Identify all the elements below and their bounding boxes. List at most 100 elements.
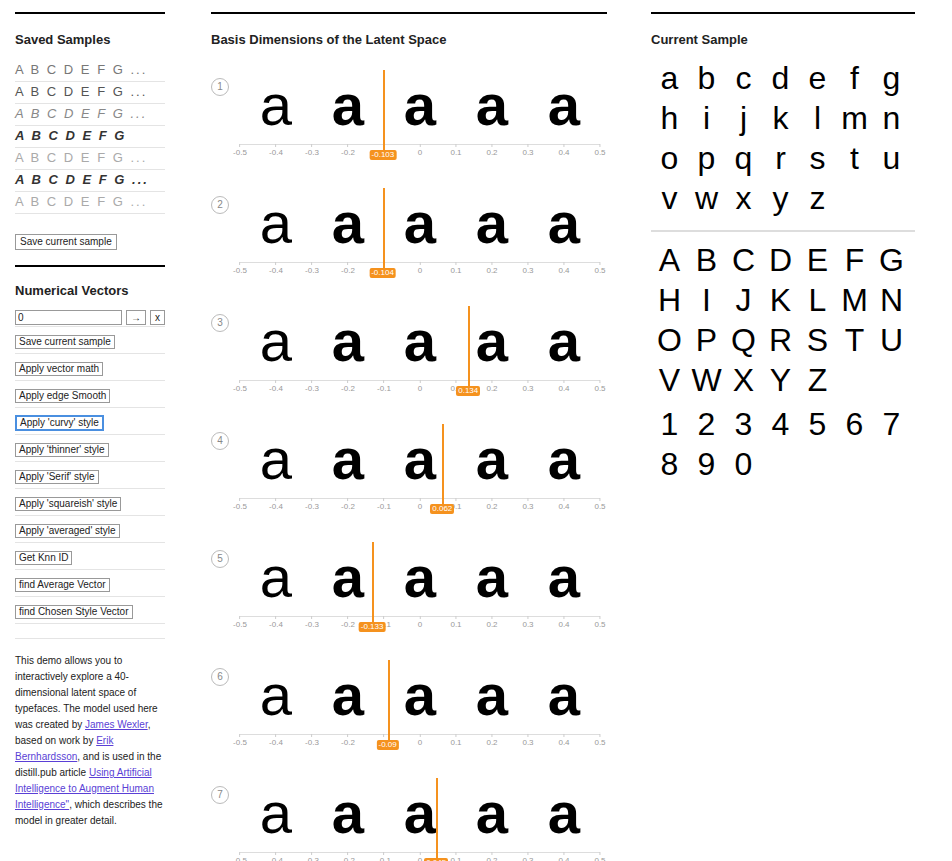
dimension-row: 7aaaaa-0.5-0.4-0.3-0.2-0.100.10.20.30.40… xyxy=(211,778,607,861)
axis-tick: -0.3 xyxy=(305,262,319,276)
vector-input-row: →x xyxy=(15,310,165,327)
action-button[interactable]: Apply edge Smooth xyxy=(15,389,110,403)
axis-tick: -0.3 xyxy=(305,498,319,512)
action-button[interactable]: find Average Vector xyxy=(15,578,110,592)
slider-handle[interactable] xyxy=(388,660,390,744)
latent-title: Basis Dimensions of the Latent Space xyxy=(211,30,607,50)
left-column: Saved SamplesA B C D E F G ...A B C D E … xyxy=(15,12,165,861)
digits-grid: 1234567890 xyxy=(651,404,910,484)
axis-tick: 0.1 xyxy=(450,262,461,276)
axis-tick: -0.5 xyxy=(233,262,247,276)
vector-input[interactable] xyxy=(15,310,122,325)
axis-tick: 0.3 xyxy=(522,734,533,748)
current-glyph: q xyxy=(725,138,762,178)
app: Saved SamplesA B C D E F G ...A B C D E … xyxy=(0,0,952,861)
dimension-chart[interactable]: aaaaa-0.5-0.4-0.3-0.2-0.100.10.20.30.40.… xyxy=(240,424,600,542)
slider-value-badge: 0.134 xyxy=(456,386,480,396)
current-glyph: w xyxy=(688,178,725,218)
dimension-chart[interactable]: aaaaa-0.5-0.4-0.3-0.2-0.100.10.20.30.40.… xyxy=(240,70,600,188)
slider-value-badge: -0.104 xyxy=(369,268,396,278)
axis-tick: -0.3 xyxy=(305,734,319,748)
current-glyph: d xyxy=(762,58,799,98)
axis-tick: 0 xyxy=(418,498,422,512)
axis-tick: -0.5 xyxy=(233,616,247,630)
glyph-strip: aaaaa xyxy=(240,306,600,376)
glyph-sample: a xyxy=(528,430,600,488)
axis-tick: 0.3 xyxy=(522,852,533,861)
dimension-chart[interactable]: aaaaa-0.5-0.4-0.3-0.2-0.100.10.20.30.40.… xyxy=(240,188,600,306)
glyph-sample: a xyxy=(240,666,312,724)
glyph-sample: a xyxy=(312,666,384,724)
current-glyph: r xyxy=(762,138,799,178)
current-glyph: b xyxy=(688,58,725,98)
axis-tick: -0.5 xyxy=(233,734,247,748)
slider-handle[interactable] xyxy=(468,306,470,390)
axis-tick: -0.3 xyxy=(305,144,319,158)
action-list: Save current sample Apply vector math Appl… xyxy=(15,327,165,624)
axis-tick: 0.3 xyxy=(522,380,533,394)
saved-sample[interactable]: A B C D E F G ... xyxy=(15,104,165,126)
action-button[interactable]: Apply 'squareish' style xyxy=(15,497,121,511)
action-button[interactable]: Apply 'averaged' style xyxy=(15,524,120,538)
axis-tick: 0.5 xyxy=(594,380,605,394)
section-rule xyxy=(15,12,165,14)
glyph-sample: a xyxy=(456,430,528,488)
dimension-number: 7 xyxy=(211,786,229,804)
saved-sample[interactable]: A B C D E F G ... xyxy=(15,82,165,104)
action-button[interactable]: find Chosen Style Vector xyxy=(15,605,133,619)
axis-tick: 0.4 xyxy=(558,734,569,748)
saved-sample[interactable]: A B C D E F G ... xyxy=(15,148,165,170)
axis-tick: 0.4 xyxy=(558,262,569,276)
axis-tick: 0 xyxy=(418,734,422,748)
dimension-chart[interactable]: aaaaa-0.5-0.4-0.3-0.2-0.100.10.20.30.40.… xyxy=(240,306,600,424)
glyph-sample: a xyxy=(456,784,528,842)
action-button[interactable]: Get Knn ID xyxy=(15,551,72,565)
slider-value-badge: 0.062 xyxy=(430,504,454,514)
dimension-chart[interactable]: aaaaa-0.5-0.4-0.3-0.2-0.100.10.20.30.40.… xyxy=(240,542,600,660)
slider-handle[interactable] xyxy=(442,424,444,508)
action-button[interactable]: Apply vector math xyxy=(15,362,103,376)
slider-handle[interactable] xyxy=(372,542,374,626)
slider-handle[interactable] xyxy=(383,188,385,272)
current-glyph: Z xyxy=(799,360,836,400)
save-sample-button[interactable]: Save current sample xyxy=(15,234,117,250)
axis-tick: 0.4 xyxy=(558,852,569,861)
dimension-number: 5 xyxy=(211,550,229,568)
dimension-number: 4 xyxy=(211,432,229,450)
saved-sample[interactable]: A B C D E F G ... xyxy=(15,60,165,82)
axis-tick: -0.2 xyxy=(341,616,355,630)
axis-tick: 0 xyxy=(418,852,422,861)
saved-sample[interactable]: A B C D E F G xyxy=(15,126,165,148)
axis-tick: -0.3 xyxy=(305,852,319,861)
action-button[interactable]: Save current sample xyxy=(15,335,115,349)
glyph-sample: a xyxy=(456,548,528,606)
input-button[interactable]: x xyxy=(150,310,165,325)
glyph-sample: a xyxy=(384,548,456,606)
glyph-sample: a xyxy=(312,76,384,134)
current-glyph: N xyxy=(873,280,910,320)
slider-handle[interactable] xyxy=(383,70,385,154)
dimension-chart[interactable]: aaaaa-0.5-0.4-0.3-0.2-0.100.10.20.30.40.… xyxy=(240,660,600,778)
glyph-sample: a xyxy=(528,194,600,252)
section-rule xyxy=(651,12,915,14)
dimension-chart[interactable]: aaaaa-0.5-0.4-0.3-0.2-0.100.10.20.30.40.… xyxy=(240,778,600,861)
saved-sample[interactable]: A B C D E F G ... xyxy=(15,192,165,214)
current-glyph: X xyxy=(725,360,762,400)
glyph-sample: a xyxy=(456,194,528,252)
action-button[interactable]: Apply 'thinner' style xyxy=(15,443,109,457)
current-glyph: W xyxy=(688,360,725,400)
dimension-number: 1 xyxy=(211,78,229,96)
current-glyph: L xyxy=(799,280,836,320)
axis: -0.5-0.4-0.3-0.2-0.100.10.20.30.40.5 xyxy=(240,852,600,861)
slider-handle[interactable] xyxy=(436,778,438,861)
saved-sample[interactable]: A B C D E F G ... xyxy=(15,170,165,192)
action-button[interactable]: Apply 'curvy' style xyxy=(15,415,104,431)
axis-tick: -0.2 xyxy=(341,734,355,748)
input-button[interactable]: → xyxy=(126,310,146,325)
action-button[interactable]: Apply 'Serif' style xyxy=(15,470,99,484)
axis-tick: 0.5 xyxy=(594,262,605,276)
description-link[interactable]: James Wexler xyxy=(85,719,148,730)
current-glyph: n xyxy=(873,98,910,138)
axis-tick: -0.4 xyxy=(269,262,283,276)
glyph-sample: a xyxy=(384,430,456,488)
